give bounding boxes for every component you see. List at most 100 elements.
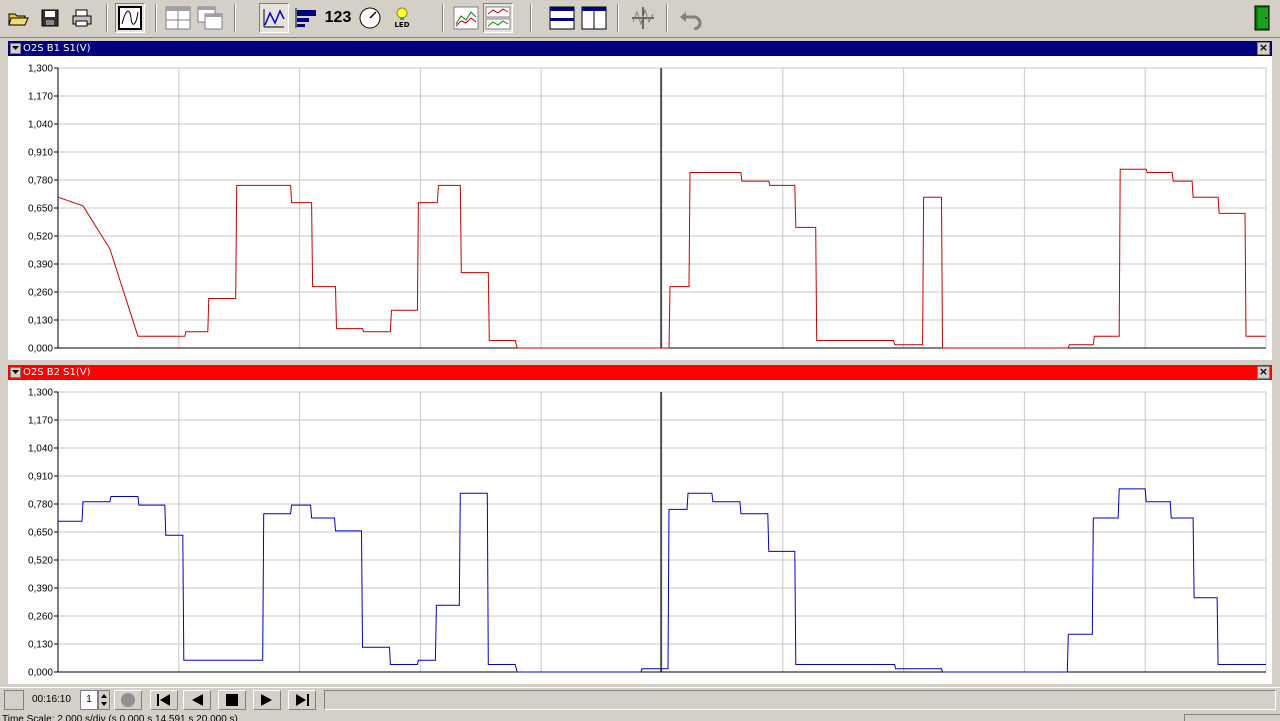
skip-forward-icon xyxy=(296,694,309,706)
digital-readout-button[interactable]: 123 xyxy=(323,3,353,33)
print-button[interactable] xyxy=(67,3,97,33)
led-button[interactable]: LED xyxy=(387,3,417,33)
y-tick-label: 0,390 xyxy=(28,584,53,595)
vertical-split-button[interactable] xyxy=(579,3,609,33)
record-toggle[interactable] xyxy=(4,690,24,710)
go-to-start-button[interactable] xyxy=(150,690,178,710)
chart-panel[interactable]: 0,000 0,130 0,260 0,390 0,520 0,650 0,780 0,910… xyxy=(8,56,1272,360)
line-graph-icon xyxy=(263,9,285,28)
play-icon xyxy=(261,694,272,706)
line-graph-button[interactable] xyxy=(259,3,289,33)
y-tick-label: 0,910 xyxy=(28,148,53,159)
open-icon xyxy=(8,13,29,26)
bar-graph-icon xyxy=(295,8,316,28)
open-button[interactable] xyxy=(3,3,33,33)
channel-title-bar: O2S B2 S1(V) × xyxy=(8,365,1272,380)
bar-graph-button[interactable] xyxy=(291,3,321,33)
horizontal-split-icon xyxy=(549,6,575,30)
print-icon xyxy=(72,9,92,27)
led-icon-label: LED xyxy=(394,21,410,29)
toolbar-separator xyxy=(442,4,444,32)
chart-svg: 0,000 0,130 0,260 0,390 0,520 0,650 0,780 0,910… xyxy=(28,64,1267,355)
trigger-icon xyxy=(632,7,654,29)
single-chart-icon xyxy=(453,6,479,30)
channel-menu-button[interactable] xyxy=(10,367,21,378)
y-tick-label: 0,780 xyxy=(28,500,53,511)
overlay-windows-icon xyxy=(197,6,223,30)
toolbar-separator xyxy=(530,4,532,32)
gauge-icon xyxy=(359,7,381,29)
chevron-down-icon xyxy=(12,46,19,50)
graph-mode-button[interactable] xyxy=(115,3,145,33)
exit-icon xyxy=(1254,5,1270,31)
status-bar: Time Scale: 2,000 s/div (s 0,000 s 14,59… xyxy=(0,712,1280,721)
y-tick-label: 0,130 xyxy=(28,640,53,651)
y-tick-label: 0,520 xyxy=(28,232,53,243)
trigger-button[interactable] xyxy=(628,3,658,33)
status-panel xyxy=(1184,714,1280,721)
stacked-chart-icon xyxy=(485,6,511,30)
channel-title: O2S B2 S1(V) xyxy=(23,367,91,378)
y-tick-label: 1,170 xyxy=(28,416,53,427)
led-icon xyxy=(396,7,408,20)
save-button[interactable] xyxy=(35,3,65,33)
close-icon[interactable]: × xyxy=(1257,366,1270,379)
y-tick-label: 1,300 xyxy=(28,388,53,399)
y-tick-label: 0,000 xyxy=(28,344,53,355)
record-button[interactable] xyxy=(114,690,142,710)
split-grid-icon xyxy=(165,6,191,30)
undo-icon xyxy=(680,12,702,30)
chart-panel[interactable]: 0,000 0,130 0,260 0,390 0,520 0,650 0,780 0,910… xyxy=(8,380,1272,684)
channel-menu-button[interactable] xyxy=(10,43,21,54)
play-reverse-icon xyxy=(192,694,203,706)
spinner-arrows-icon xyxy=(101,694,107,706)
record-icon xyxy=(121,693,135,707)
graph-mode-icon xyxy=(118,6,142,30)
grid: 0,000 0,130 0,260 0,390 0,520 0,650 0,780 0,910… xyxy=(28,388,1267,679)
save-icon xyxy=(41,9,59,27)
time-display: 00:16:10 xyxy=(28,690,78,710)
step-input[interactable]: 1 xyxy=(80,690,98,710)
y-tick-label: 0,260 xyxy=(28,612,53,623)
chevron-down-icon xyxy=(12,370,19,374)
stop-icon xyxy=(226,694,238,706)
chart-svg: 0,000 0,130 0,260 0,390 0,520 0,650 0,780 0,910… xyxy=(28,388,1267,679)
y-tick-label: 1,040 xyxy=(28,444,53,455)
vertical-split-icon xyxy=(581,6,607,30)
toolbar-separator xyxy=(617,4,619,32)
y-tick-label: 0,000 xyxy=(28,668,53,679)
step-spinner[interactable] xyxy=(98,690,110,710)
channel-title-bar: O2S B1 S1(V) × xyxy=(8,41,1272,56)
exit-button[interactable] xyxy=(1247,3,1277,33)
undo-button[interactable] xyxy=(676,3,706,33)
channel-title: O2S B1 S1(V) xyxy=(23,43,91,54)
y-tick-label: 0,130 xyxy=(28,316,53,327)
go-to-end-button[interactable] xyxy=(288,690,316,710)
stacked-chart-button[interactable] xyxy=(483,3,513,33)
overlay-windows-button[interactable] xyxy=(195,3,225,33)
digital-readout-icon: 123 xyxy=(324,9,352,26)
toolbar-separator xyxy=(234,4,236,32)
toolbar: 123 LED xyxy=(0,0,1280,38)
grid: 0,000 0,130 0,260 0,390 0,520 0,650 0,780 0,910… xyxy=(28,64,1267,355)
horizontal-split-button[interactable] xyxy=(547,3,577,33)
y-tick-label: 1,040 xyxy=(28,120,53,131)
close-icon[interactable]: × xyxy=(1257,42,1270,55)
y-tick-label: 0,520 xyxy=(28,556,53,567)
y-tick-label: 0,780 xyxy=(28,176,53,187)
gauge-button[interactable] xyxy=(355,3,385,33)
single-chart-button[interactable] xyxy=(451,3,481,33)
toolbar-separator xyxy=(106,4,108,32)
split-grid-button[interactable] xyxy=(163,3,193,33)
playback-bar: 00:16:10 1 xyxy=(0,687,1280,712)
timeline-scrollbar[interactable] xyxy=(324,690,1276,710)
time-scale-status: Time Scale: 2,000 s/div (s 0,000 s 14,59… xyxy=(2,714,238,721)
play-button[interactable] xyxy=(253,690,281,710)
stop-button[interactable] xyxy=(218,690,246,710)
skip-back-icon xyxy=(157,694,170,706)
y-tick-label: 0,650 xyxy=(28,528,53,539)
y-tick-label: 1,170 xyxy=(28,92,53,103)
y-tick-label: 0,260 xyxy=(28,288,53,299)
step-back-button[interactable] xyxy=(183,690,211,710)
toolbar-separator xyxy=(155,4,157,32)
